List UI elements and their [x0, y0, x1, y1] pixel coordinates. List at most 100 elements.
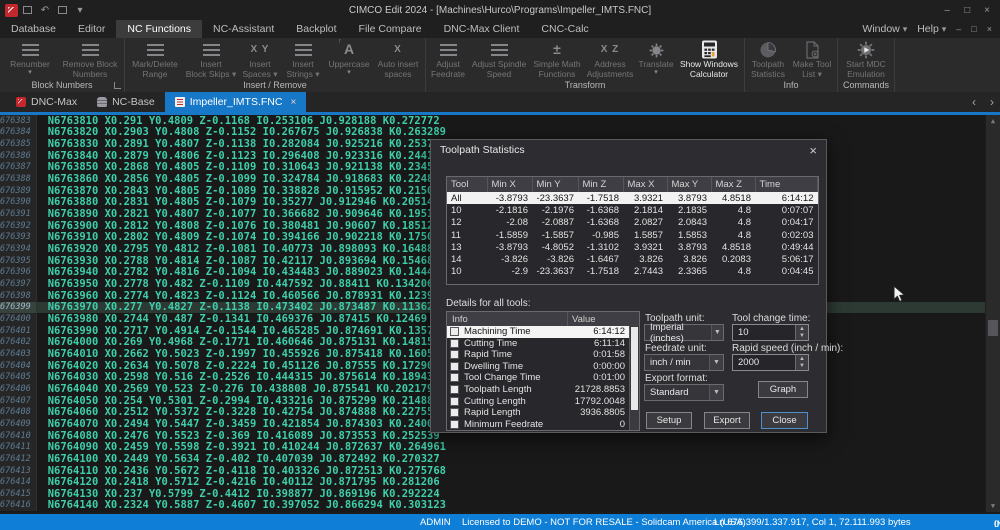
table-row[interactable]: 10-2.1816-2.1976-1.63682.18142.18354.80:…	[447, 204, 818, 216]
adjust-feedrate-button[interactable]: AdjustFeedrate	[428, 38, 468, 79]
checkbox[interactable]	[450, 327, 459, 336]
detail-row-minimum-feedrate[interactable]: Minimum Feedrate0	[447, 418, 639, 430]
save-icon[interactable]	[23, 6, 32, 14]
code-line[interactable]: 676416N6764140 X0.2324 Y0.5887 Z-0.4607 …	[0, 500, 985, 512]
simple-math-functions-button[interactable]: ±Simple MathFunctions	[530, 38, 584, 79]
spin-down-icon[interactable]: ▼	[796, 333, 808, 341]
scroll-down-icon[interactable]: ▼	[986, 502, 1000, 510]
menu-tab-backplot[interactable]: Backplot	[285, 20, 347, 38]
doc-tab-impeller-imts-fnc[interactable]: Impeller_IMTS.FNC×	[165, 92, 307, 112]
checkbox[interactable]	[450, 339, 459, 348]
toolpath-statistics-button[interactable]: ToolpathStatistics	[747, 38, 789, 79]
insert-strings-button[interactable]: InsertStrings ▾	[281, 38, 325, 79]
checkbox[interactable]	[450, 350, 459, 359]
code-line[interactable]: 676412N6764100 X0.2449 Y0.5634 Z-0.402 I…	[0, 453, 985, 465]
checkbox[interactable]	[450, 408, 459, 417]
auto-insert-spaces-button[interactable]: XAuto insertspaces	[373, 38, 423, 79]
toolpath-unit-select[interactable]: Imperial (inches) ▼	[644, 324, 724, 341]
code-line[interactable]: 676384N6763820 X0.2903 Y0.4808 Z-0.1152 …	[0, 127, 985, 139]
export-button[interactable]: Export	[704, 412, 750, 429]
details-scrollbar-thumb[interactable]	[631, 327, 638, 410]
detail-row-cutting-length[interactable]: Cutting Length17792.0048	[447, 395, 639, 407]
make-tool-list-button[interactable]: Make ToolList ▾	[789, 38, 835, 79]
feedrate-unit-select[interactable]: inch / min ▼	[644, 354, 724, 371]
checkbox[interactable]	[450, 420, 459, 429]
detail-row-cutting-time[interactable]: Cutting Time6:11:14	[447, 338, 639, 350]
setup-button[interactable]: Setup	[646, 412, 692, 429]
mark-delete-range-button[interactable]: Mark/DeleteRange	[127, 38, 183, 79]
qat-dropdown-icon[interactable]: ▾	[74, 5, 86, 16]
nc-code-text: N6764020 X0.2634 Y0.5078 Z-0.2224 I0.451…	[37, 360, 440, 372]
detail-row-machining-time[interactable]: Machining Time6:14:12	[447, 326, 639, 338]
tab-close-icon[interactable]: ×	[290, 97, 296, 108]
spin-down-icon[interactable]: ▼	[796, 363, 808, 371]
menu-tab-nc-assistant[interactable]: NC-Assistant	[202, 20, 285, 38]
code-line[interactable]: 676415N6764130 X0.237 Y0.5799 Z-0.4412 I…	[0, 488, 985, 500]
restore-icon[interactable]: □	[964, 5, 970, 16]
menu-tab-file-compare[interactable]: File Compare	[348, 20, 433, 38]
checkbox[interactable]	[450, 362, 459, 371]
window-menu[interactable]: Window ▾	[862, 23, 907, 35]
title-bar[interactable]: ↶ ▾ CIMCO Edit 2024 - [Machines\Hurco\Pr…	[0, 0, 1000, 20]
show-windows-calculator-button[interactable]: Show WindowsCalculator	[676, 38, 742, 79]
scrollbar-thumb[interactable]	[988, 320, 998, 336]
close-icon[interactable]: ×	[984, 5, 990, 16]
table-row[interactable]: 13-3.8793-4.8052-1.31023.93213.87934.851…	[447, 241, 818, 253]
uppercase-button[interactable]: A↑Uppercase▾	[325, 38, 373, 79]
adjust-spindle-speed-button[interactable]: Adjust SpindleSpeed	[468, 38, 530, 79]
detail-row-dwelling-time[interactable]: Dwelling Time0:00:00	[447, 361, 639, 373]
spin-up-icon[interactable]: ▲	[796, 325, 808, 333]
undo-icon[interactable]: ↶	[39, 5, 51, 16]
insert-spaces-button[interactable]: X YInsertSpaces ▾	[239, 38, 281, 79]
doc-tab-nc-base[interactable]: NC-Base	[87, 92, 165, 112]
export-format-select[interactable]: Standard ▼	[644, 384, 724, 401]
menu-tab-editor[interactable]: Editor	[67, 20, 116, 38]
checkbox[interactable]	[450, 397, 459, 406]
dialog-close-icon[interactable]: ×	[809, 144, 817, 157]
close-button[interactable]: Close	[761, 412, 808, 429]
minimize-icon[interactable]: –	[945, 5, 951, 16]
editor-vertical-scrollbar[interactable]: ▲ ▼	[985, 115, 1000, 512]
menu-tab-cnc-calc[interactable]: CNC-Calc	[530, 20, 599, 38]
tab-scroll-left-icon[interactable]: ‹	[972, 95, 976, 109]
checkbox[interactable]	[450, 385, 459, 394]
mdi-minimize-icon[interactable]: –	[956, 24, 961, 34]
code-line[interactable]: 676383N6763810 X0.291 Y0.4809 Z-0.1168 I…	[0, 115, 985, 127]
scroll-up-icon[interactable]: ▲	[986, 117, 1000, 125]
dialog-title-bar[interactable]: Toolpath Statistics ×	[431, 140, 826, 160]
insert-block-skips-button[interactable]: InsertBlock Skips ▾	[183, 38, 239, 79]
table-row[interactable]: 11-1.5859-1.5857-0.9851.58571.58534.80:0…	[447, 229, 818, 241]
detail-row-toolpath-length[interactable]: Toolpath Length21728.8853	[447, 384, 639, 396]
table-row[interactable]: 10-2.9-23.3637-1.75182.74432.33654.80:04…	[447, 266, 818, 278]
tool-change-time-input[interactable]: 10 ▲▼	[732, 324, 809, 341]
code-line[interactable]: 676413N6764110 X0.2436 Y0.5672 Z-0.4118 …	[0, 465, 985, 477]
remove-block-numbers-button[interactable]: Remove BlockNumbers	[58, 38, 122, 79]
dialog-launcher-icon[interactable]	[114, 82, 121, 89]
renumber-button[interactable]: Renumber▾	[2, 38, 58, 79]
mdi-restore-icon[interactable]: □	[971, 24, 976, 34]
table-row[interactable]: All-3.8793-23.3637-1.75183.93213.87934.8…	[447, 192, 818, 204]
translate-button[interactable]: Translate▾	[636, 38, 676, 79]
menu-tab-nc-functions[interactable]: NC Functions	[116, 20, 202, 38]
detail-row-rapid-time[interactable]: Rapid Time0:01:58	[447, 349, 639, 361]
detail-row-tool-change-time[interactable]: Tool Change Time0:01:00	[447, 372, 639, 384]
table-row[interactable]: 12-2.08-2.0887-1.63682.08272.08434.80:04…	[447, 217, 818, 229]
start-mdc-emulation-button[interactable]: Start MDCEmulation	[840, 38, 892, 79]
help-menu[interactable]: Help ▾	[917, 23, 946, 35]
tab-scroll-right-icon[interactable]: ›	[990, 95, 994, 109]
code-line[interactable]: 676414N6764120 X0.2418 Y0.5712 Z-0.4216 …	[0, 476, 985, 488]
print-icon[interactable]	[58, 6, 67, 14]
menu-tab-dnc-max-client[interactable]: DNC-Max Client	[433, 20, 531, 38]
detail-row-rapid-length[interactable]: Rapid Length3936.8805	[447, 407, 639, 419]
details-scrollbar[interactable]	[629, 326, 639, 430]
code-line[interactable]: 676411N6764090 X0.2459 Y0.5598 Z-0.3921 …	[0, 441, 985, 453]
graph-button[interactable]: Graph	[758, 381, 808, 398]
rapid-speed-input[interactable]: 2000 ▲▼	[732, 354, 809, 371]
checkbox[interactable]	[450, 373, 459, 382]
address-adjustments-button[interactable]: X ZAddressAdjustments	[584, 38, 636, 79]
table-row[interactable]: 14-3.826-3.826-1.64673.8263.8260.20835:0…	[447, 253, 818, 265]
mdi-close-icon[interactable]: ×	[987, 24, 992, 34]
doc-tab-dnc-max[interactable]: DNC-Max	[6, 92, 87, 112]
spin-up-icon[interactable]: ▲	[796, 355, 808, 363]
menu-tab-database[interactable]: Database	[0, 20, 67, 38]
